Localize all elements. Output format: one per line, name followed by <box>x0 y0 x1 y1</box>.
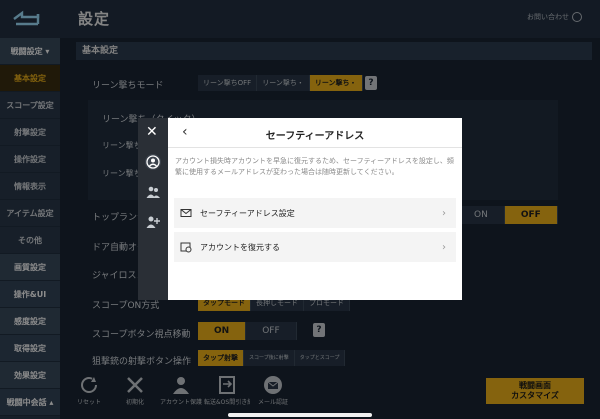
restore-account-label: アカウントを復元する <box>200 242 280 252</box>
profile-tab-icon[interactable] <box>145 154 161 170</box>
mail-settings-icon <box>180 207 192 219</box>
friends-tab-icon[interactable] <box>145 184 161 200</box>
restore-account-row[interactable]: アカウントを復元する › <box>174 232 456 262</box>
dialog-side-rail: ✕ <box>138 118 168 300</box>
chevron-right-icon: › <box>442 241 446 253</box>
restore-account-icon <box>180 241 192 253</box>
dialog-description: アカウント損失時アカウントを早急に復元するため、セーフティーアドレスを設定し、頻… <box>175 157 454 176</box>
safety-address-settings-row[interactable]: セーフティーアドレス設定 › <box>174 198 456 228</box>
dialog-title: セーフティーアドレス <box>265 131 365 142</box>
home-indicator[interactable] <box>228 413 372 417</box>
safety-address-settings-label: セーフティーアドレス設定 <box>200 208 295 218</box>
dialog-header: ‹ セーフティーアドレス <box>168 118 462 148</box>
close-icon[interactable]: ✕ <box>146 124 158 140</box>
safety-address-dialog: ‹ セーフティーアドレス アカウント損失時アカウントを早急に復元するため、セーフ… <box>168 118 462 300</box>
chevron-right-icon: › <box>442 207 446 219</box>
add-friend-tab-icon[interactable] <box>145 214 161 230</box>
